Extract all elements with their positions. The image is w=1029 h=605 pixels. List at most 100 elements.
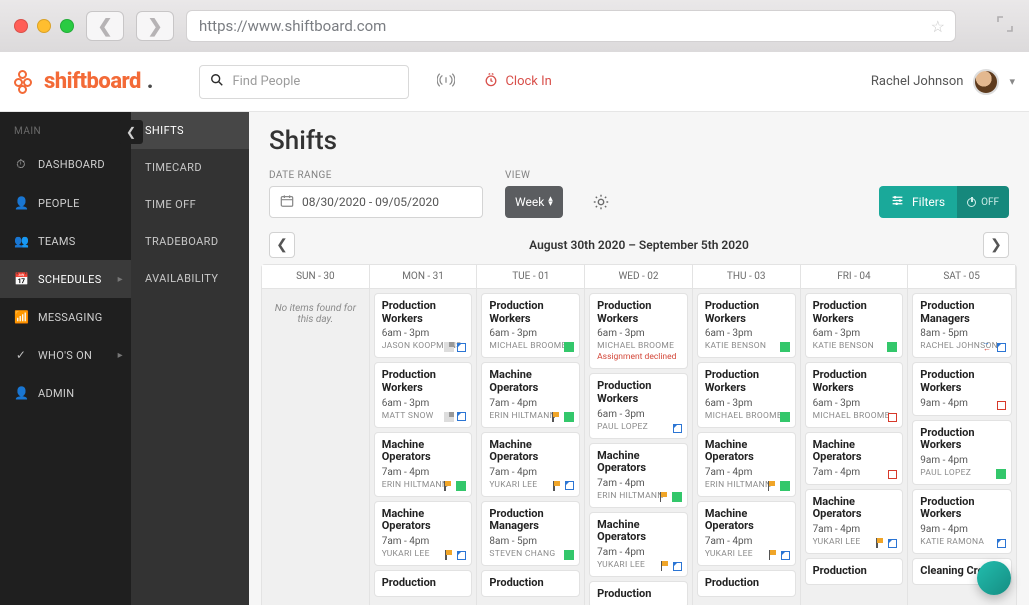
status-blue-icon bbox=[673, 562, 682, 571]
shift-card[interactable]: Machine Operators7am - 4pmERIN HILTMANN bbox=[697, 432, 796, 497]
fullscreen-icon[interactable] bbox=[997, 16, 1013, 36]
bookmark-star-icon[interactable]: ☆ bbox=[931, 17, 945, 36]
shift-card[interactable]: Production Workers6am - 3pmMICHAEL BROOM… bbox=[589, 293, 688, 369]
shift-badges bbox=[564, 550, 574, 560]
view-label: VIEW bbox=[505, 170, 563, 181]
close-window-icon[interactable] bbox=[14, 19, 28, 33]
view-selector[interactable]: Week ▴▾ bbox=[505, 186, 563, 218]
status-green-icon bbox=[564, 550, 574, 560]
secondary-sidebar: SHIFTSTIMECARDTIME OFFTRADEBOARDAVAILABI… bbox=[131, 112, 249, 605]
shift-title: Production Workers bbox=[597, 380, 680, 405]
power-icon bbox=[967, 198, 976, 207]
search-input[interactable] bbox=[232, 74, 398, 89]
shift-card[interactable]: Production bbox=[697, 570, 796, 597]
shift-card[interactable]: Production Workers9am - 4pm bbox=[912, 362, 1012, 415]
shift-card[interactable]: Production bbox=[589, 581, 688, 605]
collapse-sidebar-button[interactable]: ❮ bbox=[119, 120, 143, 144]
page-title: Shifts bbox=[269, 126, 1009, 156]
shift-card[interactable]: Production Workers6am - 3pmMATT SNOW bbox=[374, 362, 473, 427]
clock-in-button[interactable]: Clock In bbox=[483, 72, 551, 92]
shift-badges bbox=[767, 481, 790, 491]
shift-card[interactable]: Production Workers6am - 3pmKATIE BENSON bbox=[697, 293, 796, 358]
shift-card[interactable]: Production Workers9am - 4pmKATIE RAMONA bbox=[912, 489, 1012, 554]
shift-card[interactable]: Production Managers8am - 5pmSTEVEN CHANG bbox=[481, 501, 580, 566]
nav-label: PEOPLE bbox=[38, 197, 80, 210]
minimize-window-icon[interactable] bbox=[37, 19, 51, 33]
shift-card[interactable]: Machine Operators7am - 4pmERIN HILTMANN bbox=[589, 443, 688, 508]
daterange-input[interactable]: 08/30/2020 - 09/05/2020 bbox=[269, 186, 483, 218]
subnav-item-tradeboard[interactable]: TRADEBOARD bbox=[131, 223, 249, 260]
shift-card[interactable]: Machine Operators7am - 4pmYUKARI LEE bbox=[697, 501, 796, 566]
status-blue-icon bbox=[565, 481, 574, 490]
nav-label: SCHEDULES bbox=[38, 273, 102, 286]
shift-assignee: MICHAEL BROOME bbox=[813, 411, 896, 421]
shift-card[interactable]: Production Workers9am - 4pmPAUL LOPEZ bbox=[912, 420, 1012, 485]
shift-card[interactable]: Production Managers8am - 5pmRACHEL JOHNS… bbox=[912, 293, 1012, 358]
week-prev-button[interactable]: ❮ bbox=[269, 232, 295, 258]
status-green-icon bbox=[456, 481, 466, 491]
daterange-value: 08/30/2020 - 09/05/2020 bbox=[302, 195, 439, 209]
shift-card[interactable]: Machine Operators7am - 4pmERIN HILTMANN bbox=[481, 362, 580, 427]
sidebar-item-teams[interactable]: 👥TEAMS bbox=[0, 222, 131, 260]
shift-card[interactable]: Production Workers6am - 3pmKATIE BENSON bbox=[805, 293, 904, 358]
right-actions: Filters OFF bbox=[879, 186, 1009, 218]
filters-label: Filters bbox=[912, 195, 945, 209]
shift-badges bbox=[673, 424, 682, 433]
shift-title: Production bbox=[489, 577, 572, 590]
shift-card[interactable]: Production Workers6am - 3pmMICHAEL BROOM… bbox=[805, 362, 904, 427]
sidebar-item-admin[interactable]: 👤ADMIN bbox=[0, 374, 131, 412]
shift-card[interactable]: Machine Operators7am - 4pmYUKARI LEE bbox=[481, 432, 580, 497]
subnav-item-time-off[interactable]: TIME OFF bbox=[131, 186, 249, 223]
shift-card[interactable]: Production bbox=[374, 570, 473, 597]
shift-card[interactable]: Production bbox=[805, 558, 904, 585]
shift-title: Machine Operators bbox=[813, 439, 896, 464]
sidebar-item-schedules[interactable]: 📅SCHEDULES▸ bbox=[0, 260, 131, 298]
nav-label: TEAMS bbox=[38, 235, 76, 248]
chat-fab[interactable] bbox=[977, 561, 1011, 595]
shift-card[interactable]: Machine Operators7am - 4pm bbox=[805, 432, 904, 485]
chevron-down-icon: ▾ bbox=[1009, 75, 1015, 88]
search-icon bbox=[210, 72, 224, 91]
shift-badges bbox=[443, 481, 466, 491]
sidebar-section-label: MAIN bbox=[0, 112, 131, 145]
subnav-item-timecard[interactable]: TIMECARD bbox=[131, 149, 249, 186]
shift-title: Machine Operators bbox=[705, 439, 788, 464]
filters-off-toggle[interactable]: OFF bbox=[957, 186, 1009, 218]
nav-icon: 👤 bbox=[14, 196, 28, 210]
shift-card[interactable]: Production Workers6am - 3pmMICHAEL BROOM… bbox=[481, 293, 580, 358]
shift-card[interactable]: Production Workers6am - 3pmPAUL LOPEZ bbox=[589, 373, 688, 438]
shiftboard-logo[interactable]: shiftboard. bbox=[14, 69, 153, 94]
sidebar-item-people[interactable]: 👤 PEOPLE bbox=[0, 184, 131, 222]
subnav-item-availability[interactable]: AVAILABILITY bbox=[131, 260, 249, 297]
filters-button[interactable]: Filters bbox=[879, 186, 957, 218]
shift-title: Machine Operators bbox=[382, 439, 465, 464]
shift-card[interactable]: Machine Operators7am - 4pmYUKARI LEE bbox=[589, 512, 688, 577]
subnav-item-shifts[interactable]: SHIFTS bbox=[131, 112, 249, 149]
broadcast-icon[interactable] bbox=[437, 71, 455, 93]
status-blue-icon bbox=[457, 343, 466, 352]
sidebar-item-dashboard[interactable]: ⏱DASHBOARD bbox=[0, 145, 131, 184]
shift-card[interactable]: Machine Operators7am - 4pmERIN HILTMANN bbox=[374, 432, 473, 497]
shift-card[interactable]: Production bbox=[481, 570, 580, 597]
browser-forward-button[interactable]: ❯ bbox=[136, 11, 174, 41]
shift-title: Production Workers bbox=[705, 300, 788, 325]
schedule-grid: SUN - 30MON - 31TUE - 01WED - 02THU - 03… bbox=[261, 264, 1017, 605]
address-bar[interactable]: https://www.shiftboard.com ☆ bbox=[186, 10, 956, 42]
shift-time: 8am - 5pm bbox=[920, 328, 1004, 339]
user-menu[interactable]: Rachel Johnson ▾ bbox=[871, 69, 1015, 95]
browser-back-button[interactable]: ❮ bbox=[86, 11, 124, 41]
sidebar-item-who-s-on[interactable]: ✓WHO'S ON▸ bbox=[0, 336, 131, 374]
status-green-icon bbox=[564, 342, 574, 352]
settings-gear-button[interactable] bbox=[585, 186, 617, 218]
shift-card[interactable]: Machine Operators7am - 4pmYUKARI LEE bbox=[374, 501, 473, 566]
sidebar-item-messaging[interactable]: 📶MESSAGING bbox=[0, 298, 131, 336]
week-next-button[interactable]: ❯ bbox=[983, 232, 1009, 258]
shift-card[interactable]: Production Workers6am - 3pmMICHAEL BROOM… bbox=[697, 362, 796, 427]
shift-card[interactable]: Machine Operators7am - 4pmYUKARI LEE bbox=[805, 489, 904, 554]
find-people-search[interactable] bbox=[199, 65, 409, 99]
shift-declined-label: Assignment declined bbox=[597, 352, 680, 362]
day-header: TUE - 01 bbox=[477, 265, 585, 289]
shift-card[interactable]: Production Workers6am - 3pmJASON KOOPMAN… bbox=[374, 293, 473, 358]
maximize-window-icon[interactable] bbox=[60, 19, 74, 33]
day-header: THU - 03 bbox=[693, 265, 801, 289]
